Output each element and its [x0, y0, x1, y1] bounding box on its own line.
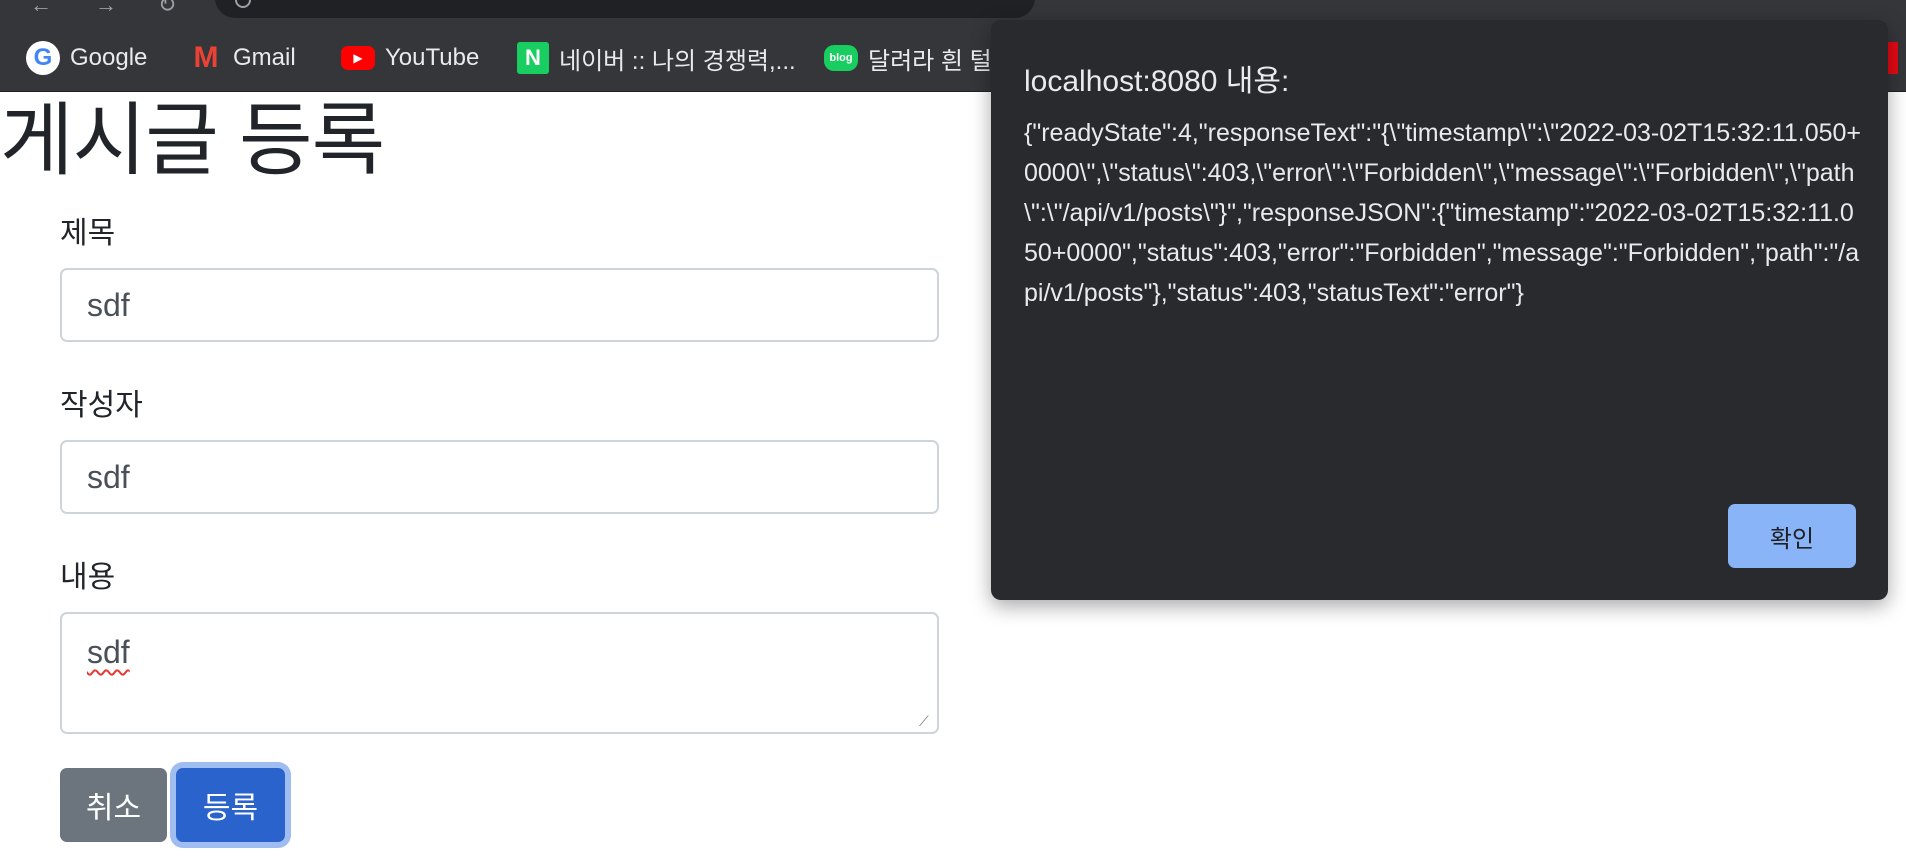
title-input-value: sdf — [87, 286, 130, 323]
title-label: 제목 — [60, 217, 116, 250]
site-info-icon[interactable] — [235, 0, 251, 8]
back-icon[interactable]: ← — [30, 0, 52, 18]
cancel-button[interactable]: 취소 — [60, 768, 167, 842]
reload-icon[interactable]: ↻ — [158, 0, 176, 18]
forward-icon[interactable]: → — [95, 0, 117, 18]
gmail-icon: M — [193, 41, 219, 74]
title-input[interactable]: sdf — [60, 268, 939, 342]
alert-title: localhost:8080 내용: — [1024, 65, 1290, 98]
google-icon: G — [26, 41, 60, 75]
page-title: 게시글 등록 — [0, 96, 385, 185]
bookmark-label: YouTube — [385, 44, 480, 71]
bookmark-naver[interactable]: N 네이버 :: 나의 경쟁력,... — [517, 38, 796, 78]
nav-strip: ← → ↻ — [0, 0, 1906, 18]
content-label: 내용 — [60, 561, 116, 594]
naver-icon: N — [517, 42, 549, 74]
bookmark-label: 달려라 흰 털 — [868, 47, 992, 75]
alert-ok-button[interactable]: 확인 — [1728, 504, 1856, 568]
address-bar[interactable] — [215, 0, 1035, 18]
bookmark-label: Gmail — [233, 44, 296, 71]
submit-button[interactable]: 등록 — [176, 768, 285, 842]
content-textarea-value: sdf — [87, 634, 130, 670]
alert-dialog: localhost:8080 내용: {"readyState":4,"resp… — [991, 20, 1888, 600]
bookmark-youtube[interactable]: ▶ YouTube — [341, 38, 479, 78]
youtube-icon: ▶ — [341, 46, 375, 70]
bookmark-label: 네이버 :: 나의 경쟁력,... — [559, 47, 796, 75]
bookmark-naver-blog[interactable]: blog 달려라 흰 털 — [824, 38, 992, 78]
naver-blog-icon: blog — [824, 45, 858, 71]
author-input[interactable]: sdf — [60, 440, 939, 514]
bookmark-google[interactable]: G Google — [26, 38, 147, 78]
alert-message: {"readyState":4,"responseText":"{\"times… — [1024, 119, 1861, 307]
resize-handle-icon[interactable]: ⟋ — [919, 714, 933, 728]
bookmark-gmail[interactable]: M Gmail — [189, 38, 296, 78]
author-input-value: sdf — [87, 458, 130, 495]
content-textarea[interactable]: sdf ⟋ — [60, 612, 939, 734]
bookmark-label: Google — [70, 44, 148, 71]
author-label: 작성자 — [60, 389, 143, 422]
